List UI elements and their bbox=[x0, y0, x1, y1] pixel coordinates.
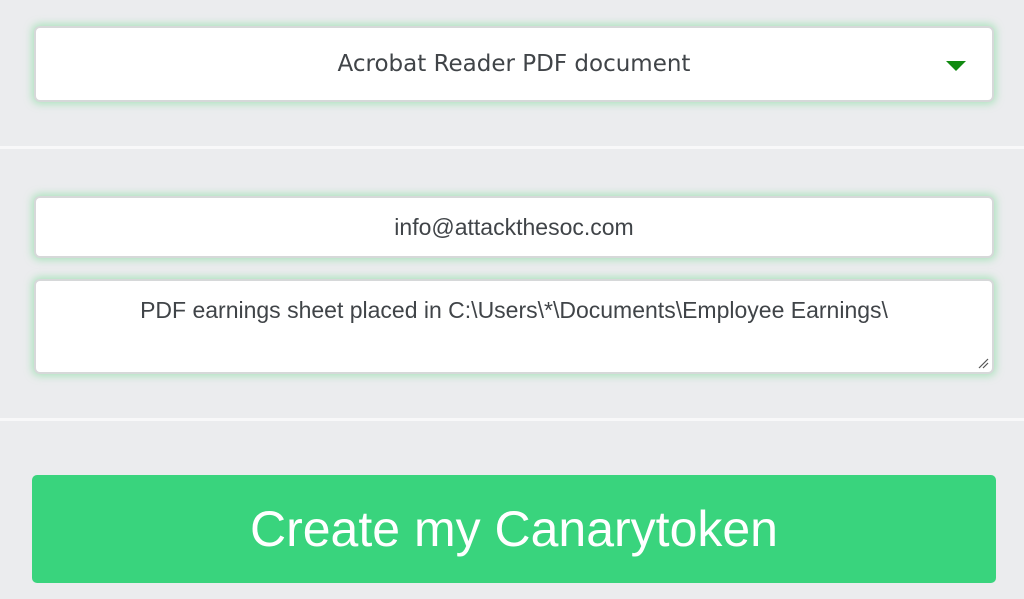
token-type-select[interactable]: Acrobat Reader PDF document bbox=[34, 26, 994, 102]
create-canarytoken-button[interactable]: Create my Canarytoken bbox=[32, 475, 996, 583]
token-type-selected-value: Acrobat Reader PDF document bbox=[337, 51, 691, 77]
resize-handle-icon[interactable] bbox=[977, 357, 989, 369]
create-button-label: Create my Canarytoken bbox=[249, 501, 778, 557]
section-divider bbox=[0, 418, 1024, 421]
email-field[interactable]: info@attackthesoc.com bbox=[34, 196, 994, 258]
caret-down-icon[interactable] bbox=[946, 61, 966, 71]
email-field-value: info@attackthesoc.com bbox=[394, 213, 634, 240]
section-divider bbox=[0, 146, 1024, 149]
memo-textarea[interactable]: PDF earnings sheet placed in C:\Users\*\… bbox=[34, 279, 994, 374]
canarytoken-form: Acrobat Reader PDF document info@attackt… bbox=[0, 0, 1024, 599]
memo-textarea-value: PDF earnings sheet placed in C:\Users\*\… bbox=[140, 297, 888, 323]
